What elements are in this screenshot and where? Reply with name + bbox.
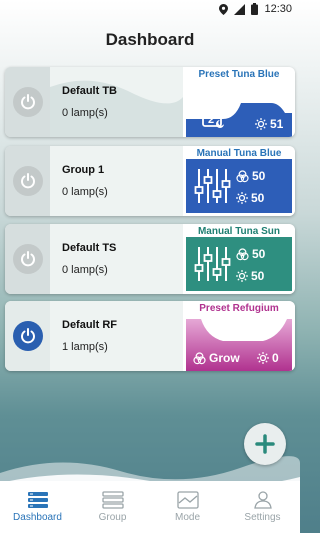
- page-title: Dashboard: [105, 30, 195, 49]
- card-lamps: 1 lamp(s): [62, 341, 108, 353]
- brightness-icon: [236, 270, 248, 282]
- signal-icon: [234, 3, 246, 15]
- color-icon: [236, 169, 249, 182]
- card-name: Default TB: [62, 85, 117, 97]
- dashboard-icon: [27, 492, 48, 508]
- power-button[interactable]: [12, 166, 43, 196]
- bottom-nav: Dashboard Group Mode Settings: [0, 481, 300, 533]
- mode-panel[interactable]: Preset Tuna Blue 2 51: [183, 67, 295, 137]
- power-icon: [20, 251, 35, 267]
- group-card-default-ts[interactable]: Default TS 0 lamp(s) Manual Tuna Sun 50 …: [5, 224, 295, 294]
- mode-title: Manual Tuna Sun: [197, 226, 281, 237]
- card-info: Default TB 0 lamp(s): [50, 67, 183, 137]
- manual-panel: 50 50: [186, 237, 292, 291]
- plus-icon: [255, 434, 275, 454]
- sliders-icon: [194, 169, 231, 203]
- brightness-value: 51: [255, 117, 283, 131]
- power-area: [5, 146, 50, 216]
- color-icon: [193, 351, 206, 364]
- card-lamps: 0 lamp(s): [62, 264, 108, 276]
- add-button[interactable]: [244, 423, 286, 465]
- battery-icon: [251, 3, 259, 15]
- card-info: Group 1 0 lamp(s): [50, 146, 183, 216]
- group-icon: [101, 491, 124, 509]
- nav-dashboard[interactable]: Dashboard: [0, 491, 75, 523]
- mode-title: Preset Refugium: [199, 303, 279, 314]
- group-card-group-1[interactable]: Group 1 0 lamp(s) Manual Tuna Blue 50 50: [5, 146, 295, 216]
- nav-label: Dashboard: [13, 512, 62, 523]
- nav-mode[interactable]: Mode: [150, 491, 225, 523]
- calendar-day: 2: [208, 114, 215, 126]
- power-button[interactable]: [12, 244, 43, 274]
- color-value: 50: [236, 247, 265, 261]
- card-name: Group 1: [62, 164, 105, 176]
- nav-label: Group: [98, 512, 127, 523]
- color-icon: [236, 247, 249, 260]
- mode-panel[interactable]: Preset Refugium Grow 0: [183, 301, 295, 371]
- wave-decoration: [50, 80, 183, 137]
- card-lamps: 0 lamp(s): [62, 107, 108, 119]
- location-icon: [219, 3, 229, 15]
- nav-settings[interactable]: Settings: [225, 491, 300, 523]
- settings-icon: [253, 491, 272, 509]
- power-button[interactable]: [12, 321, 43, 351]
- color-value: 50: [236, 169, 265, 183]
- group-card-default-tb[interactable]: Default TB 0 lamp(s) Preset Tuna Blue 2 …: [5, 67, 295, 137]
- mode-panel[interactable]: Manual Tuna Blue 50 50: [183, 146, 295, 216]
- nav-group[interactable]: Group: [75, 491, 150, 523]
- sliders-icon: [194, 247, 231, 281]
- brightness-value: 0: [257, 351, 279, 365]
- power-icon: [20, 328, 35, 344]
- mode-icon: [176, 491, 199, 509]
- brightness-icon: [257, 352, 269, 364]
- mode-panel[interactable]: Manual Tuna Sun 50 50: [183, 224, 295, 294]
- card-lamps: 0 lamp(s): [62, 186, 108, 198]
- brightness-icon: [255, 118, 267, 130]
- group-card-default-rf[interactable]: Default RF 1 lamp(s) Preset Refugium Gro…: [5, 301, 295, 371]
- manual-panel: 50 50: [186, 159, 292, 213]
- grow-value: Grow: [193, 351, 240, 365]
- nav-label: Settings: [244, 512, 281, 523]
- mode-title: Preset Tuna Blue: [198, 69, 280, 80]
- power-area: [5, 67, 50, 137]
- brightness-icon: [236, 192, 248, 204]
- status-time: 12:30: [264, 3, 292, 15]
- power-button[interactable]: [12, 87, 43, 117]
- card-info: Default TS 0 lamp(s): [50, 224, 183, 294]
- nav-label: Mode: [174, 512, 200, 523]
- power-area: [5, 301, 50, 371]
- brightness-value: 50: [236, 191, 264, 205]
- card-info: Default RF 1 lamp(s): [50, 301, 183, 371]
- status-bar: 12:30: [0, 0, 300, 18]
- power-area: [5, 224, 50, 294]
- card-name: Default TS: [62, 242, 117, 254]
- power-icon: [20, 173, 35, 189]
- mode-title: Manual Tuna Blue: [196, 148, 282, 159]
- power-icon: [20, 94, 35, 110]
- card-name: Default RF: [62, 319, 117, 331]
- brightness-value: 50: [236, 269, 264, 283]
